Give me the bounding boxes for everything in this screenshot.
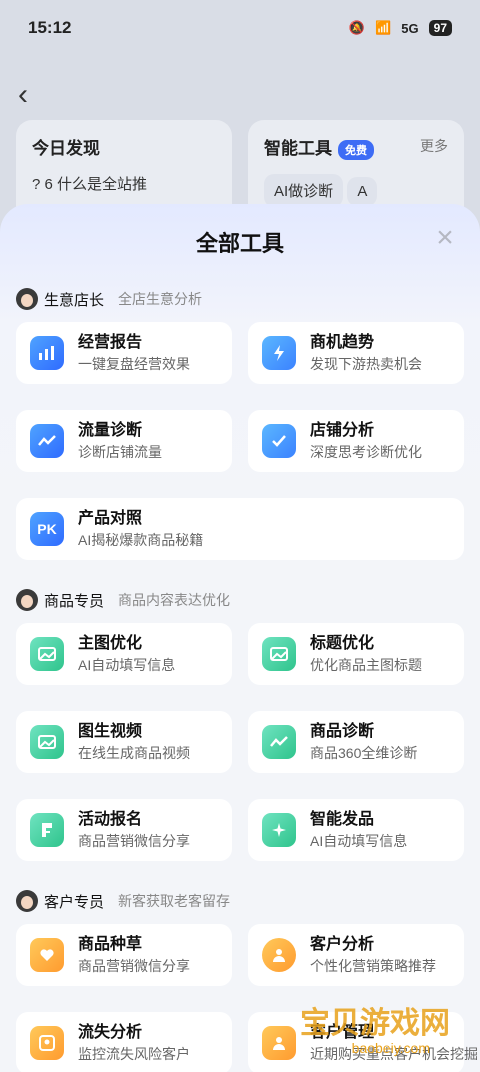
- status-bar: 15:12 🔕 📶 5G 97: [0, 0, 480, 56]
- all-tools-sheet: 全部工具 × 生意店长 全店生意分析 经营报告 一键复盘经营效果 商机趋势 发现…: [0, 204, 480, 1072]
- tool-subtitle: 诊断店铺流量: [78, 444, 162, 460]
- watermark-url: baobeiy.com: [351, 1040, 430, 1056]
- tool-subtitle: AI自动填写信息: [310, 833, 408, 849]
- tool-card-traffic-diagnosis[interactable]: 流量诊断 诊断店铺流量: [16, 410, 232, 472]
- user-circle-icon: [262, 938, 296, 972]
- flag-doc-icon: [30, 813, 64, 847]
- tool-subtitle: AI揭秘爆款商品秘籍: [78, 532, 204, 548]
- watermark-logo: 宝贝游戏网: [300, 1007, 450, 1040]
- status-time: 15:12: [28, 18, 72, 37]
- tool-title: 产品对照: [78, 510, 143, 527]
- tool-card-opportunity-trend[interactable]: 商机趋势 发现下游热卖机会: [248, 322, 464, 384]
- section-name: 商品专员: [44, 592, 105, 610]
- tool-subtitle: 优化商品主图标题: [310, 657, 422, 673]
- background-page: ‹ 今日发现 ? 6 什么是全站推 智能工具 免费 更多 AI做诊断 A: [0, 56, 480, 230]
- tool-title: 智能发品: [310, 811, 375, 828]
- tool-title: 流量诊断: [78, 422, 143, 439]
- tool-card-event-signup[interactable]: 活动报名 商品营销微信分享: [16, 799, 232, 861]
- tool-title: 经营报告: [78, 334, 143, 351]
- tool-subtitle: 商品营销微信分享: [78, 958, 190, 974]
- tool-subtitle: 商品360全维诊断: [310, 745, 418, 761]
- user-scan-icon: [30, 1026, 64, 1060]
- close-icon[interactable]: ×: [432, 223, 458, 253]
- tool-title: 主图优化: [78, 635, 143, 652]
- status-icons: 🔕 📶 5G 97: [349, 20, 452, 36]
- tool-subtitle: 一键复盘经营效果: [78, 356, 190, 372]
- tool-title: 客户分析: [310, 936, 375, 953]
- image-icon: [30, 637, 64, 671]
- tool-card-image-to-video[interactable]: 图生视频 在线生成商品视频: [16, 711, 232, 773]
- section-desc: 商品内容表达优化: [118, 592, 231, 608]
- tool-subtitle: 商品营销微信分享: [78, 833, 190, 849]
- section-header-customer-specialist: 客户专员 新客获取老客留存: [16, 886, 230, 916]
- tool-card-product-diagnosis[interactable]: 商品诊断 商品360全维诊断: [248, 711, 464, 773]
- sparkle-bag-icon: [262, 813, 296, 847]
- section-header-store-manager: 生意店长 全店生意分析: [16, 284, 202, 314]
- battery-icon: 97: [428, 20, 452, 36]
- sheet-title: 全部工具: [195, 231, 284, 256]
- pk-icon: PK: [30, 512, 64, 546]
- tool-card-title-optimize[interactable]: 标题优化 优化商品主图标题: [248, 623, 464, 685]
- section-desc: 新客获取老客留存: [118, 893, 231, 909]
- bar-chart-icon: [30, 336, 64, 370]
- tool-title: 商机趋势: [310, 334, 375, 351]
- signal-label: 5G: [401, 20, 419, 36]
- tool-title: 商品种草: [78, 936, 143, 953]
- today-discovery-row: ? 6 什么是全站推: [32, 176, 148, 193]
- tool-title: 店铺分析: [310, 422, 375, 439]
- mute-icon: 🔕: [348, 20, 366, 35]
- tool-title: 商品诊断: [310, 723, 375, 740]
- tool-card-main-image[interactable]: 主图优化 AI自动填写信息: [16, 623, 232, 685]
- tool-title: 标题优化: [310, 635, 375, 652]
- ai-chip-2[interactable]: A: [347, 176, 378, 206]
- image-icon: [30, 725, 64, 759]
- tool-subtitle: 监控流失风险客户: [78, 1046, 190, 1062]
- smart-tools-row: AI做诊断 A: [264, 173, 448, 207]
- tool-title: 图生视频: [78, 723, 143, 740]
- section-header-product-specialist: 商品专员 商品内容表达优化: [16, 585, 230, 615]
- free-badge: 免费: [338, 139, 374, 160]
- tool-card-smart-publish[interactable]: 智能发品 AI自动填写信息: [248, 799, 464, 861]
- avatar: [16, 589, 38, 611]
- smart-tools-label: 智能工具: [264, 139, 332, 158]
- section-name: 客户专员: [44, 893, 105, 911]
- user-hex-icon: [262, 1026, 296, 1060]
- tool-card-product-seeding[interactable]: 商品种草 商品营销微信分享: [16, 924, 232, 986]
- trend-search-icon: [262, 725, 296, 759]
- more-link[interactable]: 更多: [420, 136, 448, 156]
- tool-card-customer-analysis[interactable]: 客户分析 个性化营销策略推荐: [248, 924, 464, 986]
- tool-card-product-compare[interactable]: PK 产品对照 AI揭秘爆款商品秘籍: [16, 498, 464, 560]
- ai-diagnosis-chip[interactable]: AI做诊断: [264, 173, 344, 207]
- lightning-drop-icon: [262, 336, 296, 370]
- today-discovery-title: 今日发现: [32, 139, 100, 158]
- back-arrow-icon[interactable]: ‹: [18, 78, 28, 112]
- tool-subtitle: 在线生成商品视频: [78, 745, 190, 761]
- image-icon: [262, 637, 296, 671]
- heart-bag-icon: [30, 938, 64, 972]
- tool-card-business-report[interactable]: 经营报告 一键复盘经营效果: [16, 322, 232, 384]
- tool-card-shop-analysis[interactable]: 店铺分析 深度思考诊断优化: [248, 410, 464, 472]
- tool-card-churn-analysis[interactable]: 流失分析 监控流失风险客户: [16, 1012, 232, 1072]
- tool-title: 活动报名: [78, 811, 143, 828]
- clipboard-check-icon: [262, 424, 296, 458]
- tool-title: 流失分析: [78, 1024, 143, 1041]
- tool-subtitle: 发现下游热卖机会: [310, 356, 422, 372]
- tool-subtitle: 深度思考诊断优化: [310, 444, 422, 460]
- tool-subtitle: 个性化营销策略推荐: [310, 958, 436, 974]
- section-name: 生意店长: [44, 291, 105, 309]
- wifi-icon: 📶: [375, 20, 392, 35]
- trend-shop-icon: [30, 424, 64, 458]
- avatar: [16, 890, 38, 912]
- tool-subtitle: AI自动填写信息: [78, 657, 176, 673]
- avatar: [16, 288, 38, 310]
- section-desc: 全店生意分析: [118, 291, 203, 307]
